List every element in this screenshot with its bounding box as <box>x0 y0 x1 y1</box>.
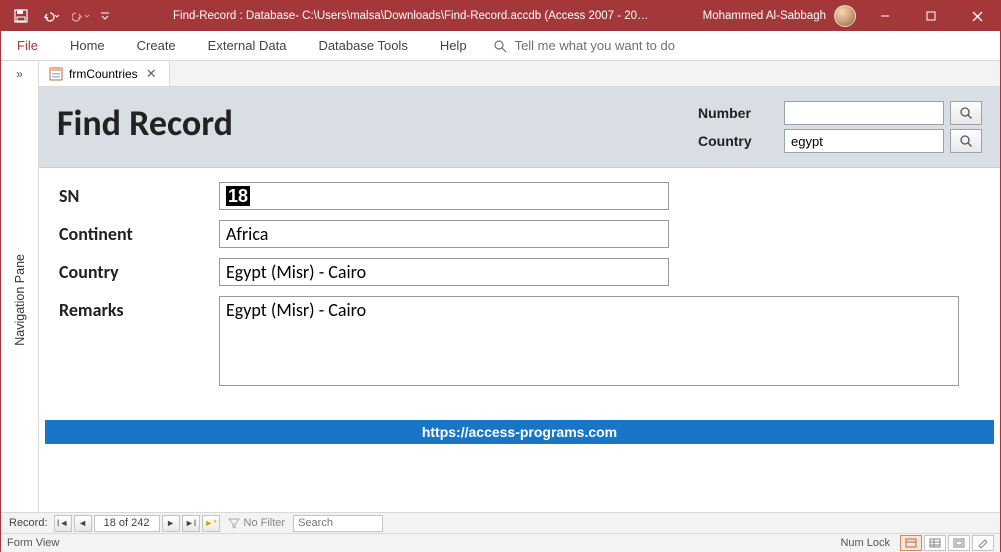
redo-icon <box>72 10 90 22</box>
minimize-button[interactable] <box>862 1 908 31</box>
menu-home[interactable]: Home <box>54 31 121 60</box>
navpane-label: Navigation Pane <box>13 254 27 346</box>
search-panel: Number Country <box>698 101 982 153</box>
maximize-button[interactable] <box>908 1 954 31</box>
user-name: Mohammed Al-Sabbagh <box>703 10 826 22</box>
country-label: Country <box>59 258 219 283</box>
qat-customize-button[interactable] <box>97 3 113 29</box>
menu-file[interactable]: File <box>1 31 54 60</box>
tell-me-label: Tell me what you want to do <box>515 38 675 53</box>
search-icon <box>959 134 973 148</box>
menu-bar: File Home Create External Data Database … <box>1 31 1000 61</box>
menu-help[interactable]: Help <box>424 31 483 60</box>
filter-label: No Filter <box>244 517 286 529</box>
save-icon <box>14 9 28 23</box>
sn-value: 18 <box>226 186 250 206</box>
continent-field[interactable]: Africa <box>219 220 669 248</box>
first-record-button[interactable]: I◄ <box>54 515 72 532</box>
layout-view-button[interactable] <box>948 535 970 551</box>
remarks-label: Remarks <box>59 296 219 321</box>
close-icon <box>972 11 983 22</box>
form-body: SN 18 Continent Africa Country Egypt (Mi… <box>39 168 1000 410</box>
filter-indicator[interactable]: No Filter <box>222 517 292 529</box>
view-switcher <box>900 535 994 551</box>
footer-link[interactable]: https://access-programs.com <box>45 420 994 444</box>
search-country-input[interactable] <box>784 129 944 153</box>
window-controls <box>862 1 1000 31</box>
sn-field[interactable]: 18 <box>219 182 669 210</box>
undo-icon <box>42 10 60 22</box>
new-record-button[interactable]: ►* <box>202 515 220 532</box>
undo-button[interactable] <box>37 3 65 29</box>
workspace: » Navigation Pane frmCountries ✕ Find Re… <box>1 61 1000 512</box>
sn-label: SN <box>59 182 219 207</box>
record-counter[interactable]: 18 of 242 <box>94 515 160 532</box>
tell-me-search[interactable]: Tell me what you want to do <box>483 31 685 60</box>
navigation-pane[interactable]: » Navigation Pane <box>1 61 39 512</box>
redo-button[interactable] <box>67 3 95 29</box>
quick-access-toolbar <box>1 3 119 29</box>
tab-close-button[interactable]: ✕ <box>144 66 159 82</box>
tab-label: frmCountries <box>69 67 138 81</box>
form-header: Find Record Number Country <box>39 87 1000 168</box>
design-icon <box>977 538 989 548</box>
datasheet-icon <box>929 538 941 548</box>
form-icon <box>49 67 63 81</box>
search-number-label: Number <box>698 105 778 121</box>
numlock-indicator: Num Lock <box>840 537 890 549</box>
continent-label: Continent <box>59 220 219 245</box>
form-view-button[interactable] <box>900 535 922 551</box>
user-badge[interactable]: Mohammed Al-Sabbagh <box>703 5 862 27</box>
recordnav-label: Record: <box>5 517 52 529</box>
form-view-icon <box>905 538 917 548</box>
recordnav-search[interactable] <box>293 515 383 532</box>
tab-frmcountries[interactable]: frmCountries ✕ <box>39 61 170 86</box>
layout-icon <box>953 538 965 548</box>
close-button[interactable] <box>954 1 1000 31</box>
menu-create[interactable]: Create <box>121 31 192 60</box>
filter-icon <box>228 517 240 529</box>
country-field[interactable]: Egypt (Misr) - Cairo <box>219 258 669 286</box>
search-icon <box>959 106 973 120</box>
menu-external-data[interactable]: External Data <box>192 31 303 60</box>
title-bar: Find-Record : Database- C:\Users\malsa\D… <box>1 1 1000 31</box>
search-country-button[interactable] <box>950 129 982 153</box>
status-bar: Form View Num Lock <box>1 533 1000 552</box>
form-viewport: Find Record Number Country SN <box>39 87 1000 512</box>
design-view-button[interactable] <box>972 535 994 551</box>
datasheet-view-button[interactable] <box>924 535 946 551</box>
minimize-icon <box>880 11 890 21</box>
last-record-button[interactable]: ►I <box>182 515 200 532</box>
remarks-field[interactable]: Egypt (Misr) - Cairo <box>219 296 959 386</box>
search-number-input[interactable] <box>784 101 944 125</box>
search-country-label: Country <box>698 133 778 149</box>
expand-navpane-button[interactable]: » <box>1 61 38 87</box>
document-area: frmCountries ✕ Find Record Number Countr… <box>39 61 1000 512</box>
next-record-button[interactable]: ► <box>162 515 180 532</box>
save-button[interactable] <box>7 3 35 29</box>
prev-record-button[interactable]: ◄ <box>74 515 92 532</box>
chevron-down-icon <box>100 11 110 21</box>
record-navigator: Record: I◄ ◄ 18 of 242 ► ►I ►* No Filter <box>1 512 1000 533</box>
tab-strip: frmCountries ✕ <box>39 61 1000 87</box>
search-icon <box>493 39 507 53</box>
menu-database-tools[interactable]: Database Tools <box>302 31 423 60</box>
maximize-icon <box>926 11 936 21</box>
search-number-button[interactable] <box>950 101 982 125</box>
window-title: Find-Record : Database- C:\Users\malsa\D… <box>119 10 703 22</box>
avatar <box>834 5 856 27</box>
status-left: Form View <box>7 537 59 549</box>
form-title: Find Record <box>57 101 233 145</box>
